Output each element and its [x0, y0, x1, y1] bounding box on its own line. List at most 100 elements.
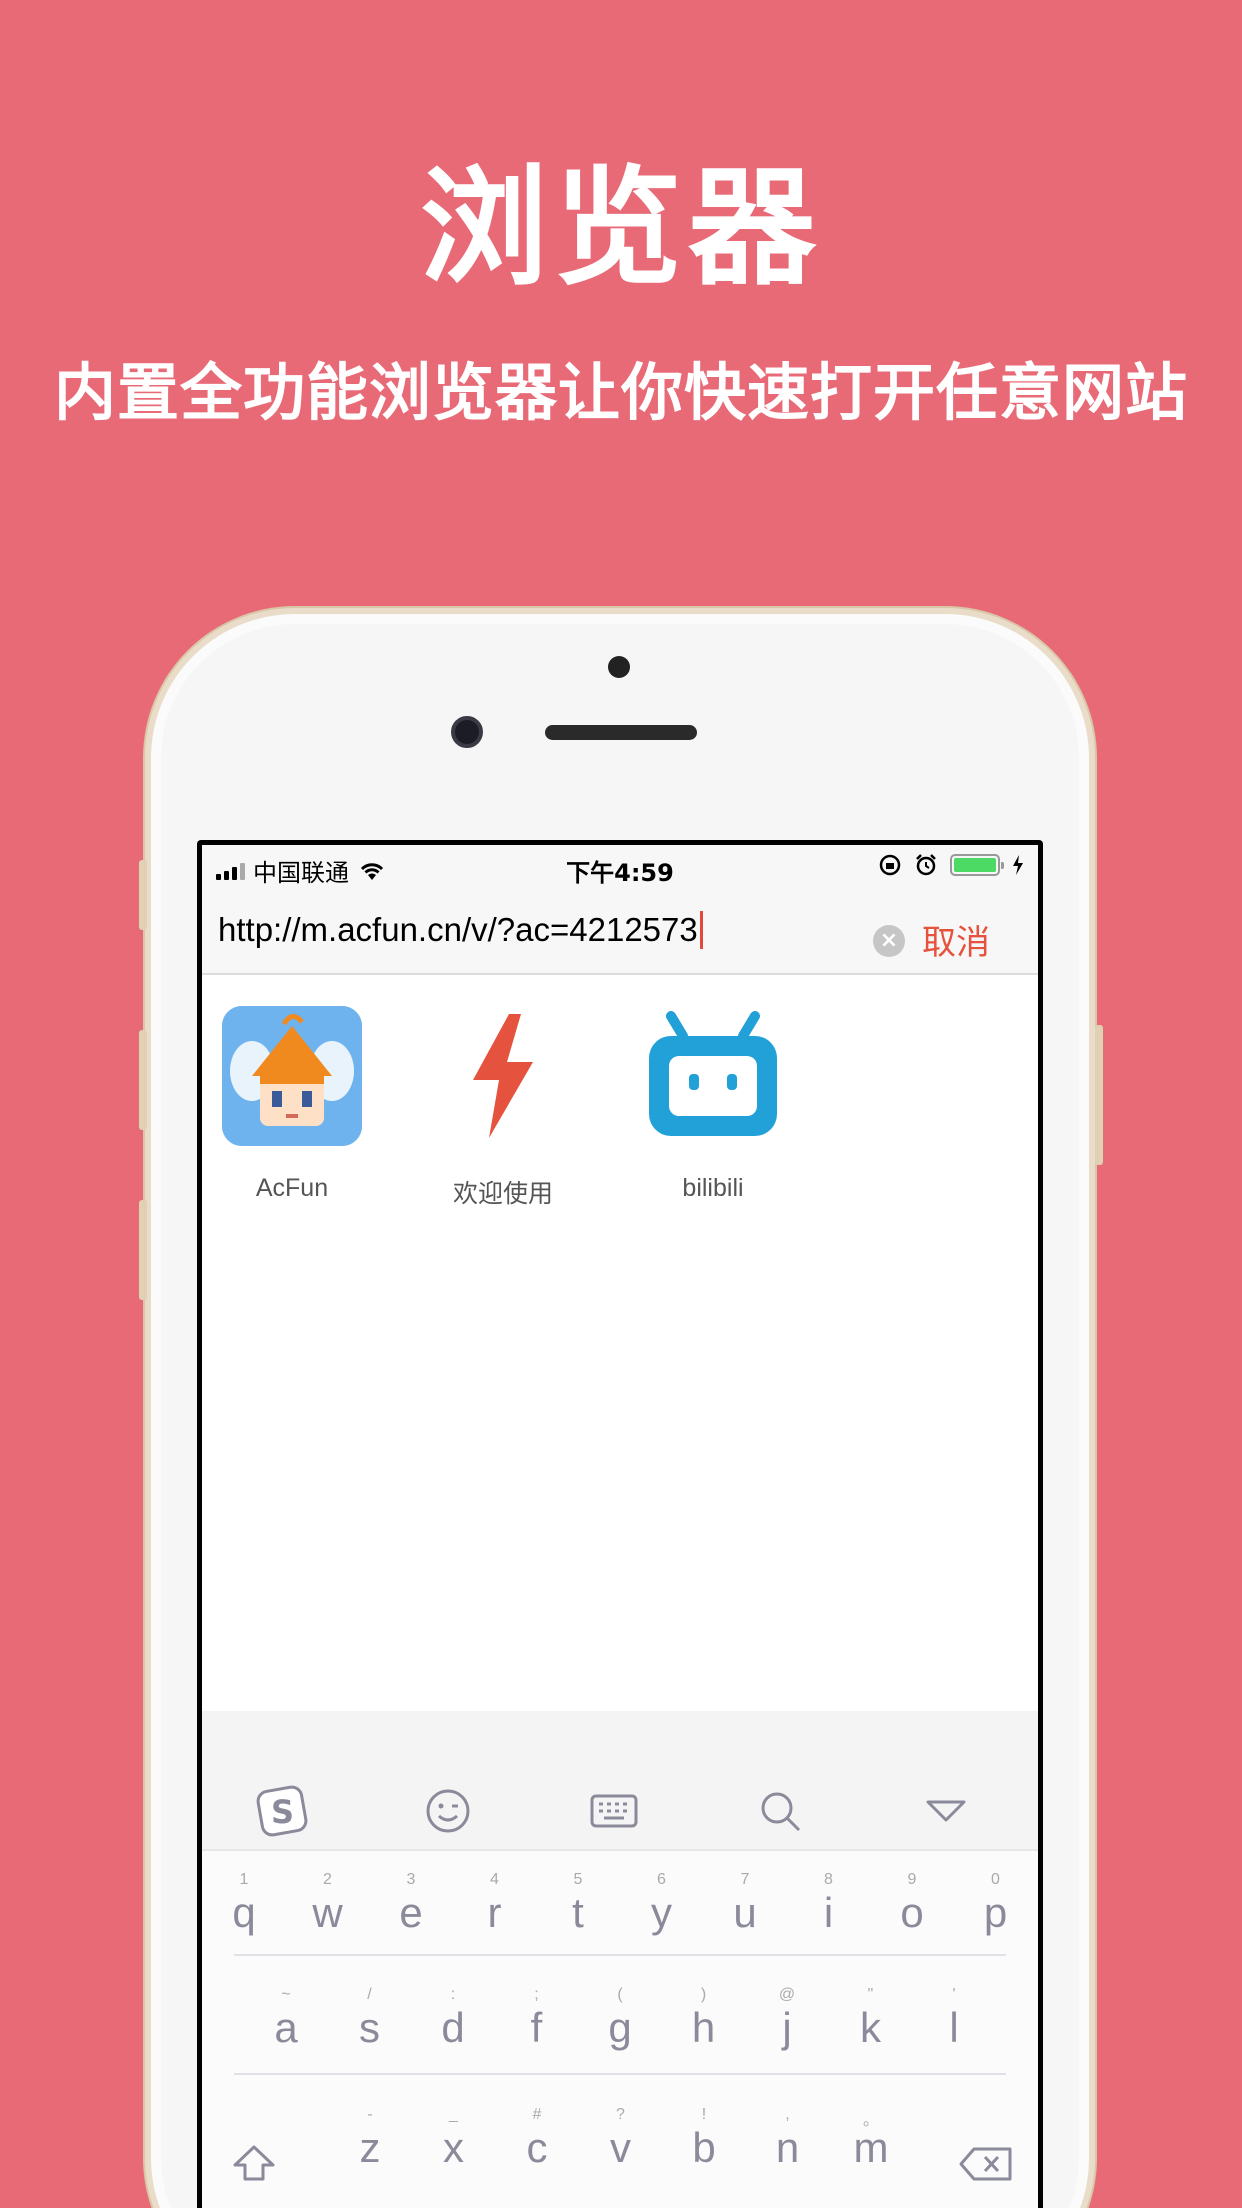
- key-m[interactable]: 。 m: [841, 2106, 901, 2170]
- promo-title: 浏览器: [419, 154, 822, 303]
- key-hint: (: [617, 1986, 623, 2003]
- key-hint: 。: [862, 2112, 879, 2129]
- bilibili-icon: [643, 1006, 783, 1146]
- key-char: i: [823, 1889, 834, 1936]
- shortcut-bilibili[interactable]: bilibili: [638, 1006, 788, 1203]
- key-char: m: [853, 2124, 889, 2171]
- key-char: l: [949, 2004, 959, 2051]
- acfun-icon: [222, 1006, 362, 1146]
- key-char: p: [983, 1889, 1008, 1936]
- key-hint: 9: [907, 1871, 917, 1888]
- key-b[interactable]: ! b: [674, 2106, 734, 2170]
- key-hint: !: [701, 2106, 707, 2123]
- key-k[interactable]: " k: [841, 1986, 901, 2050]
- key-hint: ': [952, 1986, 956, 2003]
- shortcut-label: AcFun: [255, 1174, 329, 1202]
- key-hint: 8: [824, 1871, 833, 1888]
- key-hint: :: [450, 1986, 456, 2003]
- key-hint: ): [700, 1986, 707, 2003]
- key-char: c: [526, 2124, 548, 2171]
- key-r[interactable]: 4r: [465, 1871, 525, 1935]
- key-char: k: [860, 2004, 881, 2051]
- key-char: g: [608, 2004, 632, 2051]
- key-char: n: [775, 2124, 800, 2171]
- phone-volume-down: [139, 1200, 147, 1300]
- key-hint: 5: [573, 1871, 583, 1888]
- cancel-button[interactable]: 取消: [922, 915, 990, 964]
- keyboard-icon[interactable]: [584, 1781, 644, 1841]
- key-char: w: [312, 1889, 343, 1936]
- browser-app: 中国联通 下午4:59 http://m.acfun.cn/v/?ac=4212…: [202, 845, 1038, 2208]
- key-z[interactable]: -z: [340, 2106, 400, 2170]
- shortcut-welcome[interactable]: 欢迎使用: [428, 1006, 578, 1210]
- shift-key[interactable]: [224, 2143, 284, 2187]
- key-char: a: [274, 2004, 298, 2051]
- key-y[interactable]: 6y: [632, 1871, 692, 1935]
- key-l[interactable]: ' l: [924, 1986, 984, 2050]
- shortcut-label: 欢迎使用: [452, 1180, 553, 1208]
- key-hint: @: [778, 1986, 796, 2003]
- key-p[interactable]: 0p: [966, 1871, 1026, 1935]
- key-hint: ~: [281, 1986, 291, 2003]
- svg-text:S: S: [271, 1793, 294, 1831]
- url-input[interactable]: http://m.acfun.cn/v/?ac=4212573: [218, 911, 703, 949]
- front-camera: [451, 716, 483, 748]
- key-u[interactable]: 7u: [715, 1871, 775, 1935]
- key-e[interactable]: 3e: [381, 1871, 441, 1935]
- key-v[interactable]: ? v: [591, 2106, 651, 2170]
- delete-key[interactable]: [956, 2146, 1016, 2186]
- key-hint: ;: [534, 1986, 539, 2003]
- key-char: e: [399, 1889, 423, 1936]
- charging-icon: [1013, 855, 1023, 875]
- collapse-icon[interactable]: [916, 1781, 976, 1841]
- key-hint: 4: [490, 1871, 499, 1888]
- emoji-icon[interactable]: [418, 1781, 478, 1841]
- key-i[interactable]: 8i: [799, 1871, 859, 1935]
- key-char: y: [651, 1889, 672, 1936]
- key-q[interactable]: 1q: [214, 1871, 274, 1935]
- key-hint: 7: [740, 1871, 750, 1888]
- sogou-logo-icon[interactable]: S: [252, 1781, 312, 1841]
- key-char: f: [530, 2004, 543, 2051]
- key-w[interactable]: 2w: [298, 1871, 358, 1935]
- key-char: d: [441, 2004, 465, 2051]
- key-a[interactable]: ~ a: [256, 1986, 316, 2050]
- key-x[interactable]: _ x: [424, 2106, 484, 2170]
- key-char: r: [487, 1889, 502, 1936]
- key-j[interactable]: @ j: [757, 1986, 817, 2050]
- phone-power-button: [1095, 1025, 1103, 1165]
- key-char: u: [733, 1889, 757, 1936]
- key-h[interactable]: ) h: [674, 1986, 734, 2050]
- key-hint: 1: [239, 1871, 249, 1888]
- key-n[interactable]: ,n: [758, 2106, 818, 2170]
- phone-mute-switch: [139, 860, 147, 930]
- orientation-lock-icon: [879, 854, 901, 876]
- key-f[interactable]: ; f: [507, 1986, 567, 2050]
- search-icon[interactable]: [750, 1781, 810, 1841]
- key-hint: 6: [657, 1871, 666, 1888]
- key-char: q: [232, 1889, 256, 1936]
- key-hint: ": [867, 1986, 874, 2003]
- key-g[interactable]: (g: [590, 1986, 650, 2050]
- key-d[interactable]: :d: [423, 1986, 483, 2050]
- keyboard: 1q2w3e4r5t6y7u8i9o0p ~ a / s: d; f(g) h @ j " k ' l …: [202, 1851, 1038, 2208]
- key-o[interactable]: 9o: [882, 1871, 942, 1935]
- shortcut-acfun[interactable]: AcFun: [217, 1006, 367, 1203]
- key-char: o: [900, 1889, 924, 1936]
- key-hint: ,: [785, 2106, 790, 2123]
- clear-url-button[interactable]: ×: [873, 925, 905, 957]
- key-char: j: [782, 2004, 792, 2051]
- phone-volume-up: [139, 1030, 147, 1130]
- key-char: x: [443, 2124, 464, 2171]
- key-hint: 0: [991, 1871, 1000, 1888]
- key-s[interactable]: / s: [340, 1986, 400, 2050]
- key-char: h: [691, 2004, 716, 2051]
- key-t[interactable]: 5t: [548, 1871, 608, 1935]
- battery-icon: [950, 854, 1004, 876]
- battery-level: [954, 858, 996, 872]
- key-c[interactable]: # c: [507, 2106, 567, 2170]
- row-divider: [234, 2073, 1006, 2075]
- status-bar: 中国联通 下午4:59: [202, 845, 1038, 889]
- key-hint: ?: [616, 2106, 625, 2123]
- key-hint: -: [367, 2106, 373, 2123]
